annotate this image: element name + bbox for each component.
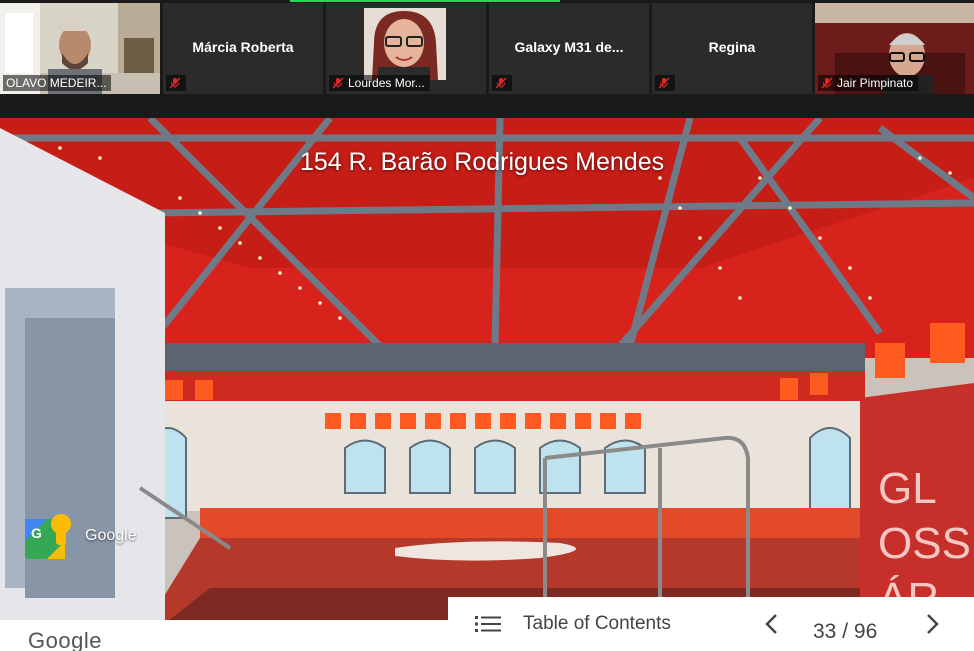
participant-tile-olavo[interactable]: OLAVO MEDEIR... xyxy=(0,3,160,94)
muted-mic-icon xyxy=(169,77,181,89)
table-of-contents-button[interactable]: Table of Contents xyxy=(475,613,671,635)
participant-name: Lourdes Mor... xyxy=(348,76,425,90)
participant-tile-jair[interactable]: Jair Pimpinato xyxy=(815,3,974,94)
participant-label: OLAVO MEDEIR... xyxy=(3,75,112,91)
participant-label xyxy=(166,75,186,91)
google-maps-badge[interactable]: G Google xyxy=(25,513,137,559)
active-speaker-indicator xyxy=(290,0,560,2)
participant-strip: OLAVO MEDEIR... Márcia Roberta Lourdes M… xyxy=(0,0,974,97)
google-footer-bar: Google xyxy=(0,620,448,651)
muted-mic-icon xyxy=(658,77,670,89)
list-icon xyxy=(475,616,501,632)
google-logo: Google xyxy=(28,628,102,651)
google-badge-label: Google xyxy=(85,527,137,544)
svg-text:G: G xyxy=(31,525,42,541)
participant-name: Márcia Roberta xyxy=(192,39,294,55)
participant-name: Regina xyxy=(708,39,756,55)
street-view-panorama[interactable]: GL OSS ÁR xyxy=(0,118,974,651)
google-maps-icon: G xyxy=(25,514,71,559)
previous-page-button[interactable] xyxy=(756,609,786,639)
participant-name: Jair Pimpinato xyxy=(837,76,914,90)
shared-screen-street-view[interactable]: GL OSS ÁR 154 R. Barão Rodrigues Mendes … xyxy=(0,118,974,651)
muted-mic-icon xyxy=(332,77,344,89)
participant-tile-galaxy[interactable]: Galaxy M31 de... xyxy=(489,3,649,94)
participant-tile-lourdes[interactable]: Lourdes Mor... xyxy=(326,3,486,94)
participant-name: Galaxy M31 de... xyxy=(514,39,624,55)
next-page-button[interactable] xyxy=(918,609,948,639)
muted-mic-icon xyxy=(821,77,833,89)
presentation-nav-bar: Table of Contents 33 / 96 xyxy=(448,597,974,651)
participant-tile-regina[interactable]: Regina xyxy=(652,3,812,94)
chevron-right-icon xyxy=(927,614,939,634)
current-page: 33 xyxy=(813,620,837,643)
total-pages: 96 xyxy=(853,620,878,643)
street-view-address: 154 R. Barão Rodrigues Mendes xyxy=(300,148,665,176)
wall-text-line-1: GL xyxy=(878,464,937,513)
page-indicator: 33 / 96 xyxy=(813,620,877,644)
participant-tile-marcia[interactable]: Márcia Roberta xyxy=(163,3,323,94)
muted-mic-icon xyxy=(495,77,507,89)
participant-label: Jair Pimpinato xyxy=(818,75,919,91)
participant-label xyxy=(492,75,512,91)
wall-text-line-2: OSS xyxy=(878,519,971,568)
participant-label: Lourdes Mor... xyxy=(329,75,430,91)
chevron-left-icon xyxy=(765,614,777,634)
participant-name: OLAVO MEDEIR... xyxy=(6,76,107,90)
participant-label xyxy=(655,75,675,91)
page-separator: / xyxy=(842,620,849,643)
table-of-contents-label: Table of Contents xyxy=(523,613,671,634)
